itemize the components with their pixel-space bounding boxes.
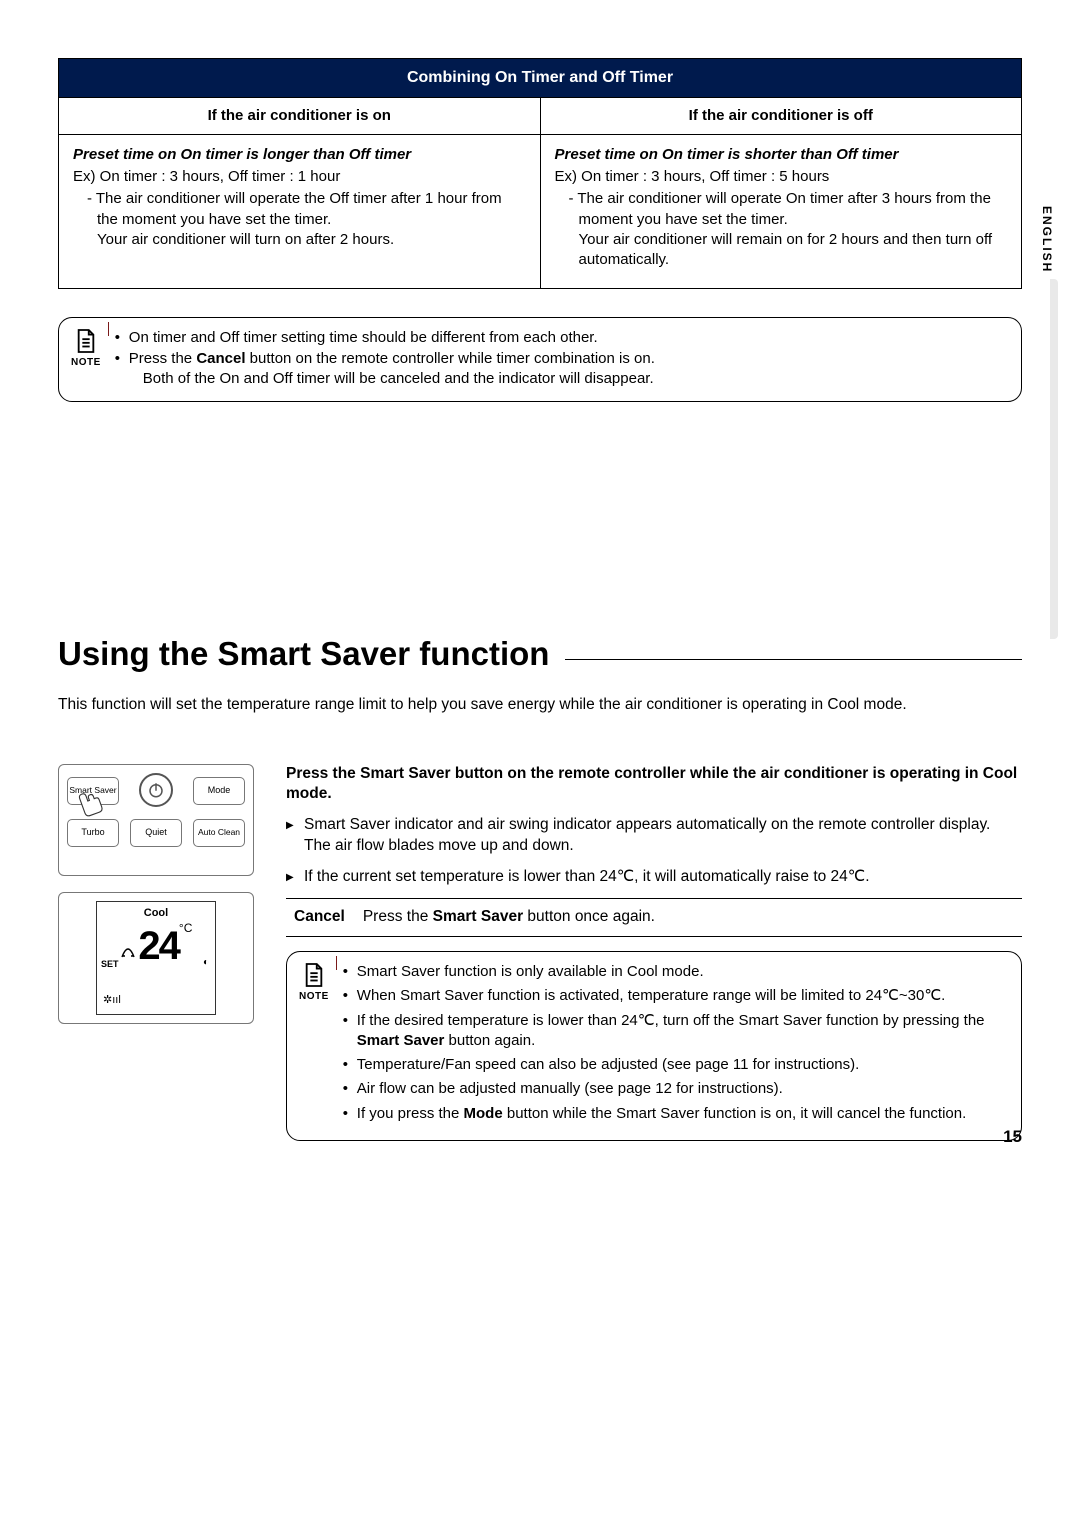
display-figure: Cool SET 24°C ◐ ✲ııl bbox=[58, 892, 254, 1024]
on-example: Ex) On timer : 3 hours, Off timer : 1 ho… bbox=[73, 167, 526, 187]
note-page-icon bbox=[303, 962, 325, 988]
section-heading-row: Using the Smart Saver function bbox=[58, 632, 1022, 677]
section-title: Using the Smart Saver function bbox=[58, 632, 549, 677]
smart-saver-indicator-icon bbox=[120, 947, 136, 959]
smart-saver-row: Smart Saver Mode Turbo Quiet Auto Clean … bbox=[58, 764, 1022, 1141]
ss-note-text: button again. bbox=[444, 1032, 535, 1049]
section-intro: This function will set the temperature r… bbox=[58, 695, 1022, 716]
heading-rule bbox=[565, 659, 1022, 660]
ss-point-list: Smart Saver indicator and air swing indi… bbox=[286, 815, 1022, 888]
table-header: Combining On Timer and Off Timer bbox=[59, 59, 1022, 98]
display-screen: Cool SET 24°C ◐ ✲ııl bbox=[96, 901, 216, 1015]
ss-note-item: Temperature/Fan speed can also be adjust… bbox=[343, 1055, 1005, 1075]
fan-indicator-icon: ✲ııl bbox=[103, 993, 121, 1008]
remote-quiet-button: Quiet bbox=[130, 819, 182, 847]
cell-on: Preset time on On timer is longer than O… bbox=[59, 134, 541, 289]
display-unit: °C bbox=[179, 921, 192, 935]
cancel-bold: Cancel bbox=[196, 350, 245, 367]
ss-note-text: button while the Smart Saver function is… bbox=[503, 1105, 967, 1122]
ss-note-item: If you press the Mode button while the S… bbox=[343, 1104, 1005, 1124]
off-desc2: Your air conditioner will remain on for … bbox=[555, 230, 1008, 271]
off-desc1: - The air conditioner will operate On ti… bbox=[555, 189, 1008, 230]
on-desc1: - The air conditioner will operate the O… bbox=[73, 189, 526, 230]
ss-note-item: Air flow can be adjusted manually (see p… bbox=[343, 1079, 1005, 1099]
ss-note-box: NOTE Smart Saver function is only availa… bbox=[286, 951, 1022, 1141]
on-desc2: Your air conditioner will turn on after … bbox=[73, 230, 526, 250]
display-mode: Cool bbox=[103, 906, 209, 921]
ss-note-bold: Mode bbox=[464, 1105, 503, 1122]
off-preset: Preset time on On timer is shorter than … bbox=[555, 145, 1008, 165]
timer-note-list: On timer and Off timer setting time shou… bbox=[115, 328, 655, 389]
remote-auto-clean-button: Auto Clean bbox=[193, 819, 245, 847]
cancel-text-bold: Smart Saver bbox=[433, 908, 523, 925]
ss-note-bold: Smart Saver bbox=[357, 1032, 445, 1049]
ss-note-text: If the desired temperature is lower than… bbox=[357, 1012, 985, 1029]
off-example: Ex) On timer : 3 hours, Off timer : 5 ho… bbox=[555, 167, 1008, 187]
remote-mode-button: Mode bbox=[193, 777, 245, 805]
ss-note-item: If the desired temperature is lower than… bbox=[343, 1011, 1005, 1052]
cancel-text-post: button once again. bbox=[523, 908, 655, 925]
ss-lead-pre: Press the bbox=[286, 765, 360, 782]
timer-note-box: NOTE On timer and Off timer setting time… bbox=[58, 317, 1022, 402]
col-off-header: If the air conditioner is off bbox=[540, 97, 1022, 134]
ss-note-list: Smart Saver function is only available i… bbox=[343, 962, 1005, 1128]
on-preset: Preset time on On timer is longer than O… bbox=[73, 145, 526, 165]
ss-note-item: Smart Saver function is only available i… bbox=[343, 962, 1005, 982]
cancel-text-pre: Press the bbox=[363, 908, 433, 925]
display-temp: 24 bbox=[138, 926, 179, 966]
timer-combination-table: Combining On Timer and Off Timer If the … bbox=[58, 58, 1022, 289]
ss-point: Smart Saver indicator and air swing indi… bbox=[286, 815, 1022, 857]
ss-point-text: Smart Saver indicator and air swing indi… bbox=[304, 816, 990, 833]
note-text-cont: Both of the On and Off timer will be can… bbox=[129, 369, 655, 389]
remote-figure: Smart Saver Mode Turbo Quiet Auto Clean bbox=[58, 764, 254, 876]
smart-saver-text: Press the Smart Saver button on the remo… bbox=[286, 764, 1022, 1141]
figure-column: Smart Saver Mode Turbo Quiet Auto Clean … bbox=[58, 764, 254, 1141]
cell-off: Preset time on On timer is shorter than … bbox=[540, 134, 1022, 289]
cancel-row: Cancel Press the Smart Saver button once… bbox=[286, 898, 1022, 937]
ss-lead-bold: Smart Saver bbox=[360, 765, 450, 782]
ss-point: If the current set temperature is lower … bbox=[286, 867, 1022, 888]
remote-turbo-button: Turbo bbox=[67, 819, 119, 847]
timer-note-item: Press the Cancel button on the remote co… bbox=[115, 349, 655, 390]
ss-note-item: When Smart Saver function is activated, … bbox=[343, 986, 1005, 1006]
ss-lead: Press the Smart Saver button on the remo… bbox=[286, 764, 1022, 806]
ss-note-text: If you press the bbox=[357, 1105, 464, 1122]
note-label: NOTE bbox=[71, 356, 101, 370]
timer-note-item: On timer and Off timer setting time shou… bbox=[115, 328, 655, 348]
power-icon bbox=[139, 773, 173, 807]
note-text: button on the remote controller while ti… bbox=[246, 350, 655, 367]
note-page-icon bbox=[75, 328, 97, 354]
page-number: 15 bbox=[1003, 1126, 1022, 1149]
cancel-text: Press the Smart Saver button once again. bbox=[363, 907, 655, 928]
cancel-label: Cancel bbox=[294, 907, 345, 928]
col-on-header: If the air conditioner is on bbox=[59, 97, 541, 134]
ss-point-sub: The air flow blades move up and down. bbox=[304, 836, 1022, 857]
display-set-label: SET bbox=[101, 958, 119, 970]
note-icon-col: NOTE bbox=[71, 328, 101, 370]
note-label: NOTE bbox=[299, 990, 329, 1004]
language-tab: ENGLISH bbox=[1036, 200, 1058, 279]
note-text: Press the bbox=[129, 350, 197, 367]
swing-indicator-icon: ◐ bbox=[203, 956, 209, 970]
note-icon-col: NOTE bbox=[299, 962, 329, 1004]
